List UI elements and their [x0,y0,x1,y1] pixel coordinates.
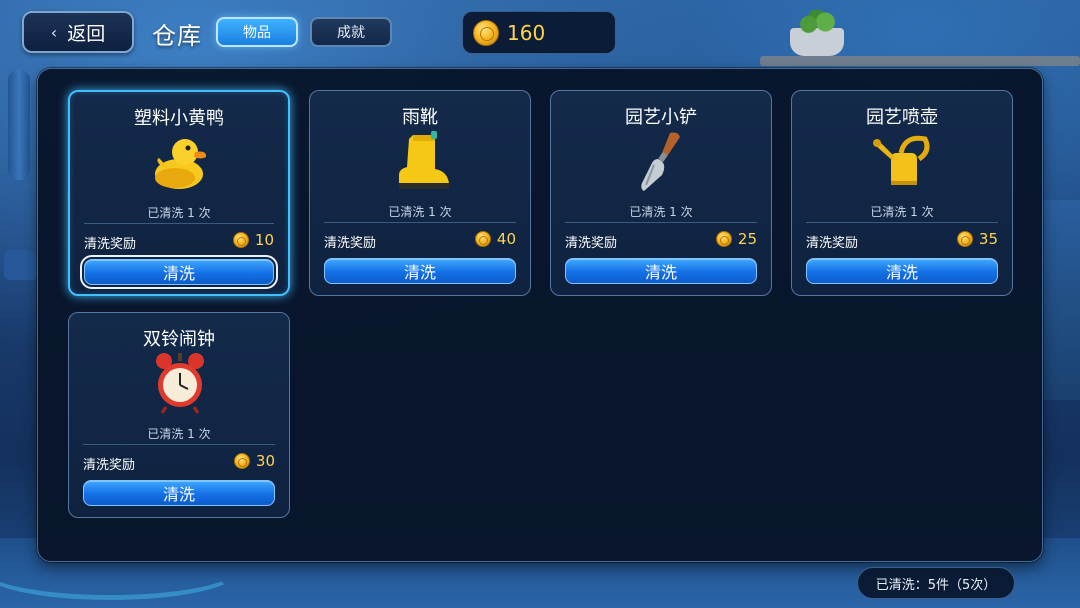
reward-value: 35 [978,230,998,248]
rain-boot-icon [399,131,449,189]
coin-icon [956,231,973,247]
garden-trowel-icon [641,132,680,191]
coin-balance-value: 160 [507,20,546,45]
tab-achievements[interactable]: 成就 [310,17,392,47]
reward-value: 25 [737,230,757,248]
wash-count: 已清洗 1 次 [629,205,693,219]
wash-button[interactable]: 清洗 [80,255,278,289]
tab-items[interactable]: 物品 [216,17,298,47]
rubber-duck-icon [155,139,207,189]
item-name: 双铃闹钟 [143,329,215,350]
back-button[interactable]: ‹ 返回 [22,11,134,53]
coin-balance: 160 [462,11,616,54]
card-divider [324,222,516,223]
reward-value: 10 [254,231,274,249]
background-pipe [8,70,30,180]
wash-button[interactable]: 清洗 [806,258,998,284]
item-name: 园艺小铲 [625,107,697,128]
wash-count: 已清洗 1 次 [870,205,934,219]
wash-button[interactable]: 清洗 [324,258,516,284]
coin-icon [474,231,491,247]
item-card-boot[interactable]: 雨靴 已清洗 1 次 清洗奖励 40 清洗 [309,90,531,296]
card-divider [565,222,757,223]
coin-icon [473,19,499,46]
reward-label: 清洗奖励 [84,237,137,252]
background-plant [796,10,838,34]
watering-can-icon [873,135,930,185]
item-card-duck[interactable]: 塑料小黄鸭 已清洗 1 次 清洗奖励 10 清洗 [68,90,290,296]
background-shelf [760,56,1080,66]
wash-button[interactable]: 清洗 [565,258,757,284]
coin-icon [232,232,249,248]
reward: 35 [956,230,998,248]
reward-label: 清洗奖励 [83,458,136,473]
wash-button[interactable]: 清洗 [83,480,275,506]
item-name: 塑料小黄鸭 [134,108,224,129]
reward-label: 清洗奖励 [806,236,859,251]
reward: 10 [232,231,274,249]
alarm-clock-icon [156,353,204,414]
wash-count: 已清洗 1 次 [147,206,211,220]
item-card-trowel[interactable]: 园艺小铲 已清洗 1 次 清洗奖励 25 清洗 [550,90,772,296]
page-title: 仓库 [152,22,202,50]
reward-value: 30 [255,452,275,470]
item-name: 园艺喷壶 [866,107,938,128]
reward-label: 清洗奖励 [565,236,618,251]
reward: 30 [233,452,275,470]
item-card-alarm-clock[interactable]: 双铃闹钟 已清洗 1 次 清洗奖励 30 清洗 [68,312,290,518]
coin-icon [715,231,732,247]
item-card-watering-can[interactable]: 园艺喷壶 已清洗 1 次 清洗奖励 35 清洗 [791,90,1013,296]
item-name: 雨靴 [402,107,438,128]
background-faucet [4,250,38,280]
background-wall-right [1040,200,1080,400]
chevron-left-icon: ‹ [50,22,58,42]
back-button-label: 返回 [67,22,106,45]
inventory-panel: 塑料小黄鸭 已清洗 1 次 清洗奖励 10 清洗 雨靴 已清洗 1 次 清洗奖励 [37,68,1043,562]
washed-summary: 已清洗：5件（5次） [857,567,1015,599]
reward-value: 40 [496,230,516,248]
reward: 40 [474,230,516,248]
card-divider [806,222,998,223]
coin-icon [233,453,250,469]
wash-count: 已清洗 1 次 [388,205,452,219]
card-divider [84,223,274,224]
card-divider [83,444,275,445]
wash-count: 已清洗 1 次 [147,427,211,441]
reward: 25 [715,230,757,248]
reward-label: 清洗奖励 [324,236,377,251]
